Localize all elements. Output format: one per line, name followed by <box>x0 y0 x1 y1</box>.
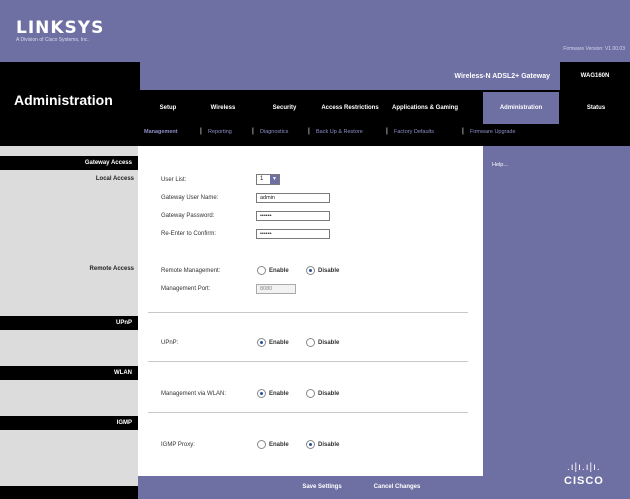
user-list-label: User List: <box>161 177 187 183</box>
subtab-factory-defaults[interactable]: Factory Defaults <box>394 129 434 135</box>
divider <box>148 412 468 413</box>
management-port-label: Management Port: <box>161 286 211 292</box>
cisco-logo: CISCO <box>564 475 604 487</box>
user-name-field[interactable]: admin <box>256 193 330 203</box>
igmp-enable-label: Enable <box>269 442 289 448</box>
section-igmp: IGMP <box>0 416 138 430</box>
section-upnp: UPnP <box>0 316 138 330</box>
page-title: Administration <box>14 92 113 108</box>
linksys-logo: LINKSYS <box>16 18 105 38</box>
nav-tab-status[interactable]: Status <box>566 92 626 124</box>
nav-tab-wireless[interactable]: Wireless <box>198 92 248 124</box>
firmware-version: Firmware Version: V1.00.03 <box>563 46 625 52</box>
left-column: Gateway Access Local Access Remote Acces… <box>0 146 138 499</box>
subtab-diagnostics[interactable]: Diagnostics <box>260 129 288 135</box>
nav-tab-access-restrictions[interactable]: Access Restrictions <box>320 92 380 124</box>
chevron-down-icon: ▼ <box>270 175 279 184</box>
user-list-select[interactable]: 1 ▼ <box>256 174 280 185</box>
wlan-enable-label: Enable <box>269 391 289 397</box>
subtab-management[interactable]: Management <box>144 129 178 135</box>
divider <box>148 312 468 313</box>
subtab-backup-restore[interactable]: Back Up & Restore <box>316 129 363 135</box>
save-settings-button[interactable]: Save Settings <box>296 480 348 495</box>
page-title-box: Administration <box>0 62 140 146</box>
user-name-label: Gateway User Name: <box>161 195 219 201</box>
section-local-access: Local Access <box>95 176 134 182</box>
igmp-enable-radio[interactable] <box>257 440 266 449</box>
section-remote-access: Remote Access <box>89 266 134 272</box>
igmp-disable-label: Disable <box>318 442 340 448</box>
nav-tab-setup[interactable]: Setup <box>148 92 188 124</box>
user-list-value: 1 <box>260 176 264 182</box>
subtab-separator: | <box>386 128 388 135</box>
subtab-separator: | <box>252 128 254 135</box>
cisco-logo-icon: .ı|ı.ı|ı. <box>567 462 601 473</box>
wlan-disable-label: Disable <box>318 391 340 397</box>
password-field[interactable]: •••••• <box>256 211 330 221</box>
nav-tab-administration[interactable]: Administration <box>483 92 559 124</box>
upnp-disable-label: Disable <box>318 340 340 346</box>
divider <box>148 361 468 362</box>
subtab-firmware-upgrade[interactable]: Firmware Upgrade <box>470 129 516 135</box>
reenter-password-label: Re-Enter to Confirm: <box>161 231 217 237</box>
logo-subtitle: A Division of Cisco Systems, Inc. <box>16 37 89 43</box>
upnp-enable-radio[interactable] <box>257 338 266 347</box>
upnp-label: UPnP: <box>161 340 179 346</box>
remote-management-label: Remote Management: <box>161 268 221 274</box>
remote-enable-radio[interactable] <box>257 266 266 275</box>
remote-disable-radio[interactable] <box>306 266 315 275</box>
subtab-separator: | <box>308 128 310 135</box>
upnp-enable-label: Enable <box>269 340 289 346</box>
section-gateway-access: Gateway Access <box>0 156 138 170</box>
subtab-bar: Management | Reporting | Diagnostics | B… <box>140 124 630 142</box>
subtab-separator: | <box>200 128 202 135</box>
password-label: Gateway Password: <box>161 213 215 219</box>
remote-disable-label: Disable <box>318 268 340 274</box>
section-wlan: WLAN <box>0 366 138 380</box>
igmp-proxy-label: IGMP Proxy: <box>161 442 195 448</box>
bottom-left-bar <box>0 486 138 499</box>
nav-tab-applications-gaming[interactable]: Applications & Gaming <box>388 92 462 124</box>
nav-tab-security[interactable]: Security <box>262 92 307 124</box>
upnp-disable-radio[interactable] <box>306 338 315 347</box>
subtab-reporting[interactable]: Reporting <box>208 129 232 135</box>
igmp-disable-radio[interactable] <box>306 440 315 449</box>
model-name: Wireless-N ADSL2+ Gateway <box>454 73 550 80</box>
remote-enable-label: Enable <box>269 268 289 274</box>
reenter-password-field[interactable]: •••••• <box>256 229 330 239</box>
wlan-enable-radio[interactable] <box>257 389 266 398</box>
wlan-management-label: Management via WLAN: <box>161 391 227 397</box>
management-port-field[interactable]: 8080 <box>256 284 296 294</box>
wlan-disable-radio[interactable] <box>306 389 315 398</box>
model-number: WAG160N <box>560 62 630 90</box>
help-column <box>483 146 630 499</box>
cancel-changes-button[interactable]: Cancel Changes <box>368 480 426 495</box>
help-link[interactable]: Help... <box>492 162 508 168</box>
subtab-separator: | <box>462 128 464 135</box>
